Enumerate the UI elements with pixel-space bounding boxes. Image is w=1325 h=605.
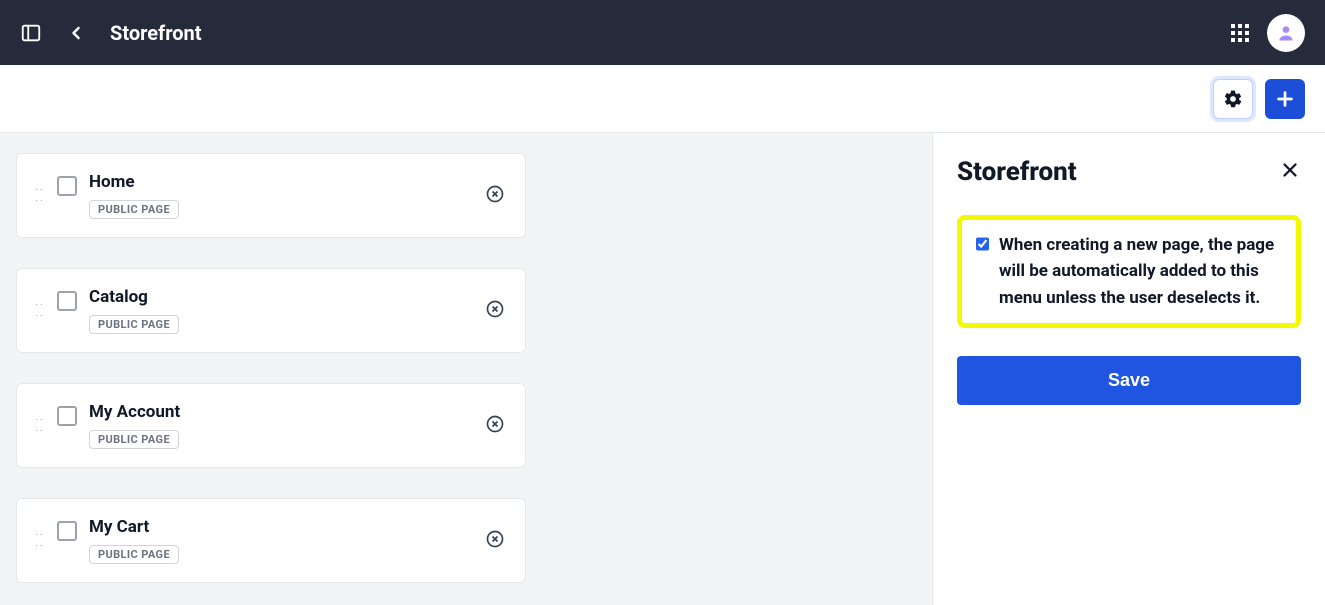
page-checkbox[interactable] [57,406,77,426]
auto-add-label-wrapper[interactable]: When creating a new page, the page will … [976,232,1282,311]
page-checkbox[interactable] [57,521,77,541]
auto-add-setting: When creating a new page, the page will … [957,215,1301,328]
close-icon[interactable] [1279,159,1301,185]
page-item-text: Home PUBLIC PAGE [89,172,485,219]
apps-icon[interactable] [1231,24,1249,42]
page-item-text: My Cart PUBLIC PAGE [89,517,485,564]
back-icon[interactable] [66,23,86,43]
page-item-badge: PUBLIC PAGE [89,315,179,334]
panel-toggle-icon[interactable] [20,22,42,44]
top-header-left: Storefront [20,21,202,45]
top-header-right [1231,14,1305,52]
page-title: Storefront [110,21,202,45]
page-item[interactable]: ···· My Cart PUBLIC PAGE [16,498,526,583]
plus-icon [1274,88,1296,110]
toolbar [0,65,1325,133]
page-item-name: My Account [89,402,485,422]
page-item-badge: PUBLIC PAGE [89,545,179,564]
page-item-name: Home [89,172,485,192]
remove-icon[interactable] [485,184,505,208]
page-item-name: Catalog [89,287,485,307]
side-panel-header: Storefront [957,157,1301,187]
side-panel: Storefront When creating a new page, the… [932,133,1325,605]
remove-icon[interactable] [485,529,505,553]
save-button[interactable]: Save [957,356,1301,405]
auto-add-checkbox[interactable] [976,236,989,252]
page-item[interactable]: ···· My Account PUBLIC PAGE [16,383,526,468]
drag-handle-icon[interactable]: ···· [33,185,47,207]
page-item[interactable]: ···· Home PUBLIC PAGE [16,153,526,238]
avatar[interactable] [1267,14,1305,52]
auto-add-label: When creating a new page, the page will … [999,232,1282,311]
drag-handle-icon[interactable]: ···· [33,300,47,322]
pages-list: ···· Home PUBLIC PAGE ···· Catalog PUBLI… [0,133,932,605]
drag-handle-icon[interactable]: ···· [33,530,47,552]
side-panel-title: Storefront [957,157,1077,187]
gear-icon [1223,89,1243,109]
page-item-badge: PUBLIC PAGE [89,200,179,219]
remove-icon[interactable] [485,414,505,438]
page-item-text: My Account PUBLIC PAGE [89,402,485,449]
top-header: Storefront [0,0,1325,65]
page-item-text: Catalog PUBLIC PAGE [89,287,485,334]
remove-icon[interactable] [485,299,505,323]
page-item[interactable]: ···· Catalog PUBLIC PAGE [16,268,526,353]
page-checkbox[interactable] [57,176,77,196]
settings-button[interactable] [1213,79,1253,119]
drag-handle-icon[interactable]: ···· [33,415,47,437]
main-area: ···· Home PUBLIC PAGE ···· Catalog PUBLI… [0,133,1325,605]
add-button[interactable] [1265,79,1305,119]
page-item-badge: PUBLIC PAGE [89,430,179,449]
page-item-name: My Cart [89,517,485,537]
page-checkbox[interactable] [57,291,77,311]
